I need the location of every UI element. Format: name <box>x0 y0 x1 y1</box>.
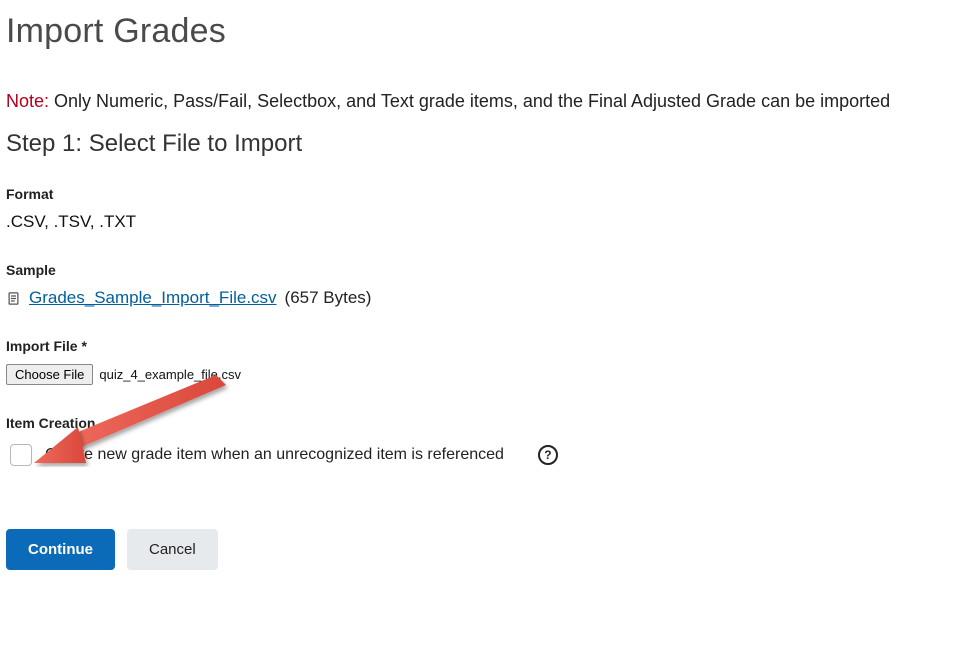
action-row: Continue Cancel <box>6 529 966 570</box>
create-grade-item-checkbox[interactable] <box>10 444 32 466</box>
step-title: Step 1: Select File to Import <box>6 130 966 158</box>
sample-section: Sample Grades_Sample_Import_File.csv (65… <box>6 262 966 308</box>
file-input-row: Choose File quiz_4_example_file.csv <box>6 364 966 385</box>
page-title: Import Grades <box>6 12 966 51</box>
item-creation-row: Create new grade item when an unrecogniz… <box>6 441 966 469</box>
note-line: Note: Only Numeric, Pass/Fail, Selectbox… <box>6 91 966 112</box>
note-label: Note: <box>6 91 49 111</box>
cancel-button[interactable]: Cancel <box>127 529 218 570</box>
item-creation-section: Item Creation <box>6 415 966 469</box>
item-creation-label: Item Creation <box>6 415 966 431</box>
sample-label: Sample <box>6 262 966 278</box>
continue-button[interactable]: Continue <box>6 529 115 570</box>
sample-download-link[interactable]: Grades_Sample_Import_File.csv <box>29 288 277 308</box>
document-icon <box>6 291 21 306</box>
sample-row: Grades_Sample_Import_File.csv (657 Bytes… <box>6 288 966 308</box>
choose-file-button[interactable]: Choose File <box>6 364 93 385</box>
sample-size: (657 Bytes) <box>285 288 372 308</box>
create-grade-item-checkbox-label: Create new grade item when an unrecogniz… <box>45 446 504 464</box>
format-section: Format .CSV, .TSV, .TXT <box>6 186 966 232</box>
help-icon[interactable]: ? <box>538 445 558 465</box>
format-label: Format <box>6 186 966 202</box>
chosen-file-name: quiz_4_example_file.csv <box>99 367 241 382</box>
import-grades-page: Import Grades Note: Only Numeric, Pass/F… <box>0 0 972 600</box>
import-file-section: Import File * Choose File quiz_4_example… <box>6 338 966 385</box>
format-value: .CSV, .TSV, .TXT <box>6 212 966 232</box>
note-text: Only Numeric, Pass/Fail, Selectbox, and … <box>54 91 890 111</box>
import-file-label: Import File * <box>6 338 966 354</box>
